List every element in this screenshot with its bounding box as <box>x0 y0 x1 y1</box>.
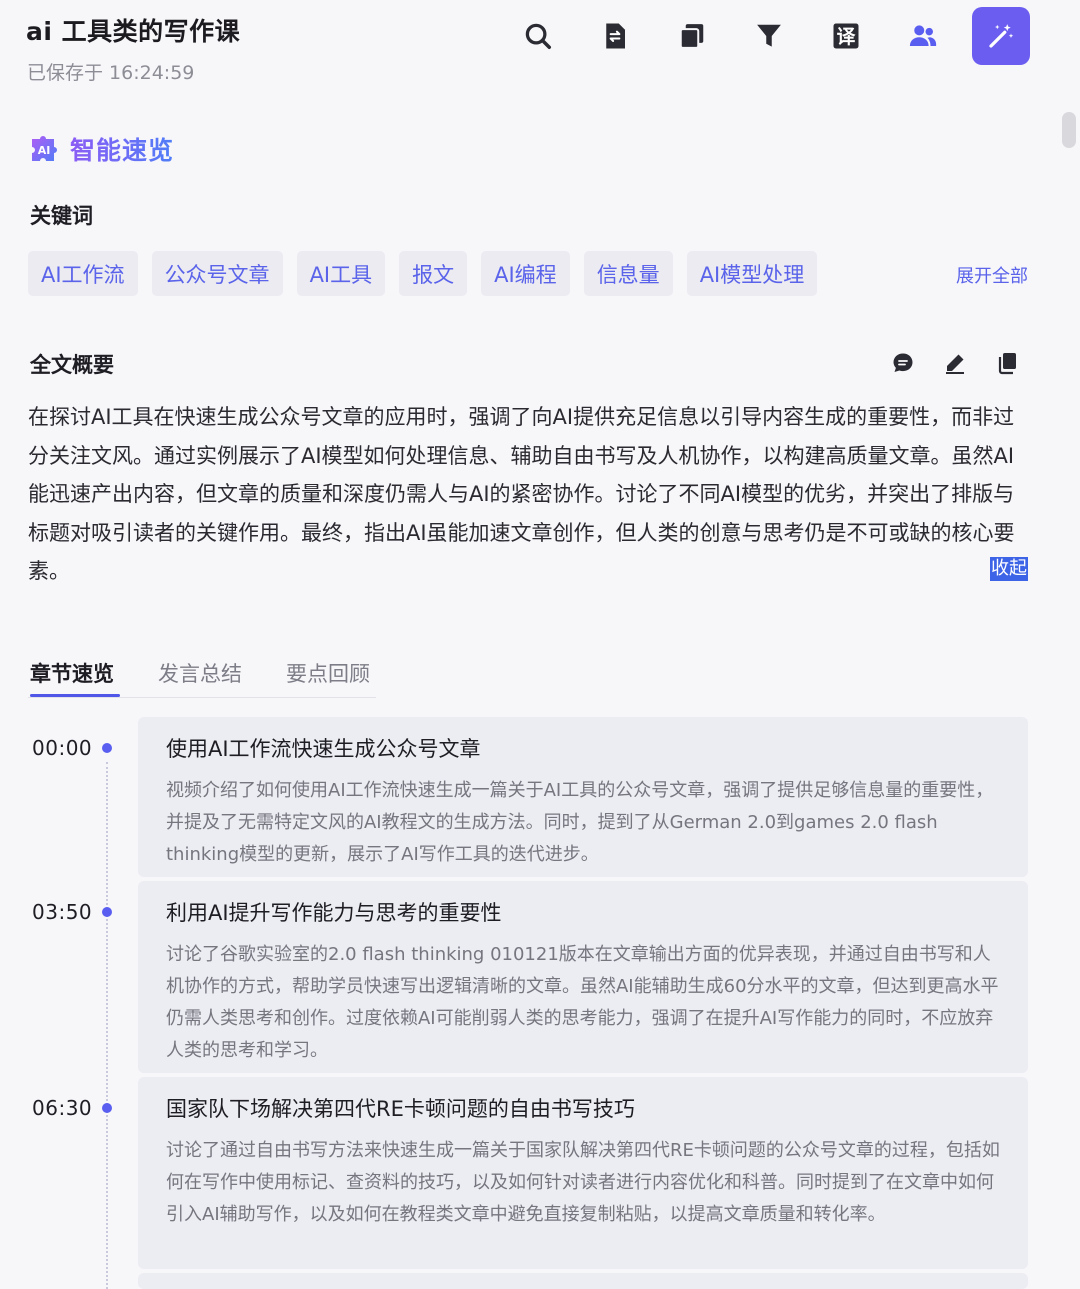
scrollbar-thumb[interactable] <box>1062 112 1076 148</box>
keyword-tag[interactable]: AI工作流 <box>28 251 138 296</box>
keywords-label: 关键词 <box>30 204 93 228</box>
smart-overview-heading: AI 智能速览 <box>28 131 174 167</box>
keyword-tag[interactable]: 信息量 <box>583 251 673 296</box>
tab-speaker-summary[interactable]: 发言总结 <box>158 658 242 688</box>
keyword-tag[interactable]: AI工具 <box>296 251 386 296</box>
summary-text: 在探讨AI工具在快速生成公众号文章的应用时，强调了向AI提供充足信息以引导内容生… <box>28 405 1015 583</box>
chapter-timestamp[interactable]: 00:00 <box>32 736 92 760</box>
keyword-tag[interactable]: 公众号文章 <box>151 251 283 296</box>
active-tab-indicator <box>30 694 120 697</box>
summary-tools <box>888 348 1028 378</box>
chapter-body: 讨论了谷歌实验室的2.0 flash thinking 010121版本在文章输… <box>166 944 999 1061</box>
ai-badge-icon: AI <box>32 136 57 161</box>
keyword-tag[interactable]: 报文 <box>399 251 468 296</box>
timeline-line <box>106 762 108 1289</box>
chapter-body: 视频介绍了如何使用AI工作流快速生成一篇关于AI工具的公众号文章，强调了提供足够… <box>166 780 994 865</box>
copy-icon <box>998 353 1016 375</box>
tab-chapter-overview[interactable]: 章节速览 <box>30 658 114 688</box>
section-tabs: 章节速览 发言总结 要点回顾 <box>28 658 376 698</box>
keyword-tag[interactable]: AI编程 <box>481 251 570 296</box>
translate-icon: 译 <box>833 23 859 49</box>
file-convert-icon <box>606 23 625 49</box>
timeline-dot <box>102 907 112 917</box>
filter-button[interactable] <box>741 8 797 64</box>
search-icon <box>525 23 551 49</box>
chapter-card[interactable]: 利用AI提升写作能力与思考的重要性 讨论了谷歌实验室的2.0 flash thi… <box>138 881 1028 1073</box>
keyword-tag[interactable]: AI模型处理 <box>686 251 818 296</box>
chapter-title: 使用AI工作流快速生成公众号文章 <box>166 737 481 761</box>
chapter-card[interactable]: 使用AI工作流快速生成公众号文章 视频介绍了如何使用AI工作流快速生成一篇关于A… <box>138 717 1028 877</box>
filter-icon <box>757 24 781 47</box>
magic-wand-icon <box>989 24 1014 48</box>
comment-icon <box>893 353 913 372</box>
edit-button[interactable] <box>940 348 970 378</box>
scrollbar[interactable] <box>1058 90 1080 1289</box>
document-title: ai 工具类的写作课 <box>26 17 241 46</box>
users-icon <box>909 25 937 46</box>
timeline-dot <box>102 743 112 753</box>
chapter-timestamp[interactable]: 03:50 <box>32 900 92 924</box>
chapter-card-partial[interactable] <box>138 1273 1028 1289</box>
smart-overview-title: 智能速览 <box>70 131 174 167</box>
expand-all-link[interactable]: 展开全部 <box>956 262 1028 288</box>
chapter-timestamp[interactable]: 06:30 <box>32 1096 92 1120</box>
saved-status: 已保存于 16:24:59 <box>27 62 195 84</box>
svg-text:译: 译 <box>837 26 856 48</box>
chapter-body: 讨论了通过自由书写方法来快速生成一篇关于国家队解决第四代RE卡顿问题的公众号文章… <box>166 1140 1000 1225</box>
copy-stack-icon <box>679 24 704 49</box>
magic-wand-button[interactable] <box>972 7 1030 65</box>
comment-button[interactable] <box>888 348 918 378</box>
summary-label: 全文概要 <box>30 353 114 377</box>
translate-button[interactable]: 译 <box>818 8 874 64</box>
copy-stack-button[interactable] <box>664 8 720 64</box>
file-convert-button[interactable] <box>587 8 643 64</box>
collapse-link[interactable]: 收起 <box>990 557 1028 581</box>
edit-icon <box>946 354 964 374</box>
tab-key-points[interactable]: 要点回顾 <box>286 658 370 688</box>
chapter-title: 国家队下场解决第四代RE卡顿问题的自由书写技巧 <box>166 1097 635 1121</box>
page: ai 工具类的写作课 已保存于 16:24:59 译 AI 智能速览 关键词 A… <box>0 0 1080 1289</box>
svg-text:AI: AI <box>38 144 51 157</box>
chapter-card[interactable]: 国家队下场解决第四代RE卡顿问题的自由书写技巧 讨论了通过自由书写方法来快速生成… <box>138 1077 1028 1269</box>
search-button[interactable] <box>510 8 566 64</box>
copy-button[interactable] <box>992 348 1022 378</box>
timeline-dot <box>102 1103 112 1113</box>
keyword-tags: AI工作流 公众号文章 AI工具 报文 AI编程 信息量 AI模型处理 <box>28 251 831 296</box>
users-button[interactable] <box>895 8 951 64</box>
chapter-title: 利用AI提升写作能力与思考的重要性 <box>166 901 502 925</box>
